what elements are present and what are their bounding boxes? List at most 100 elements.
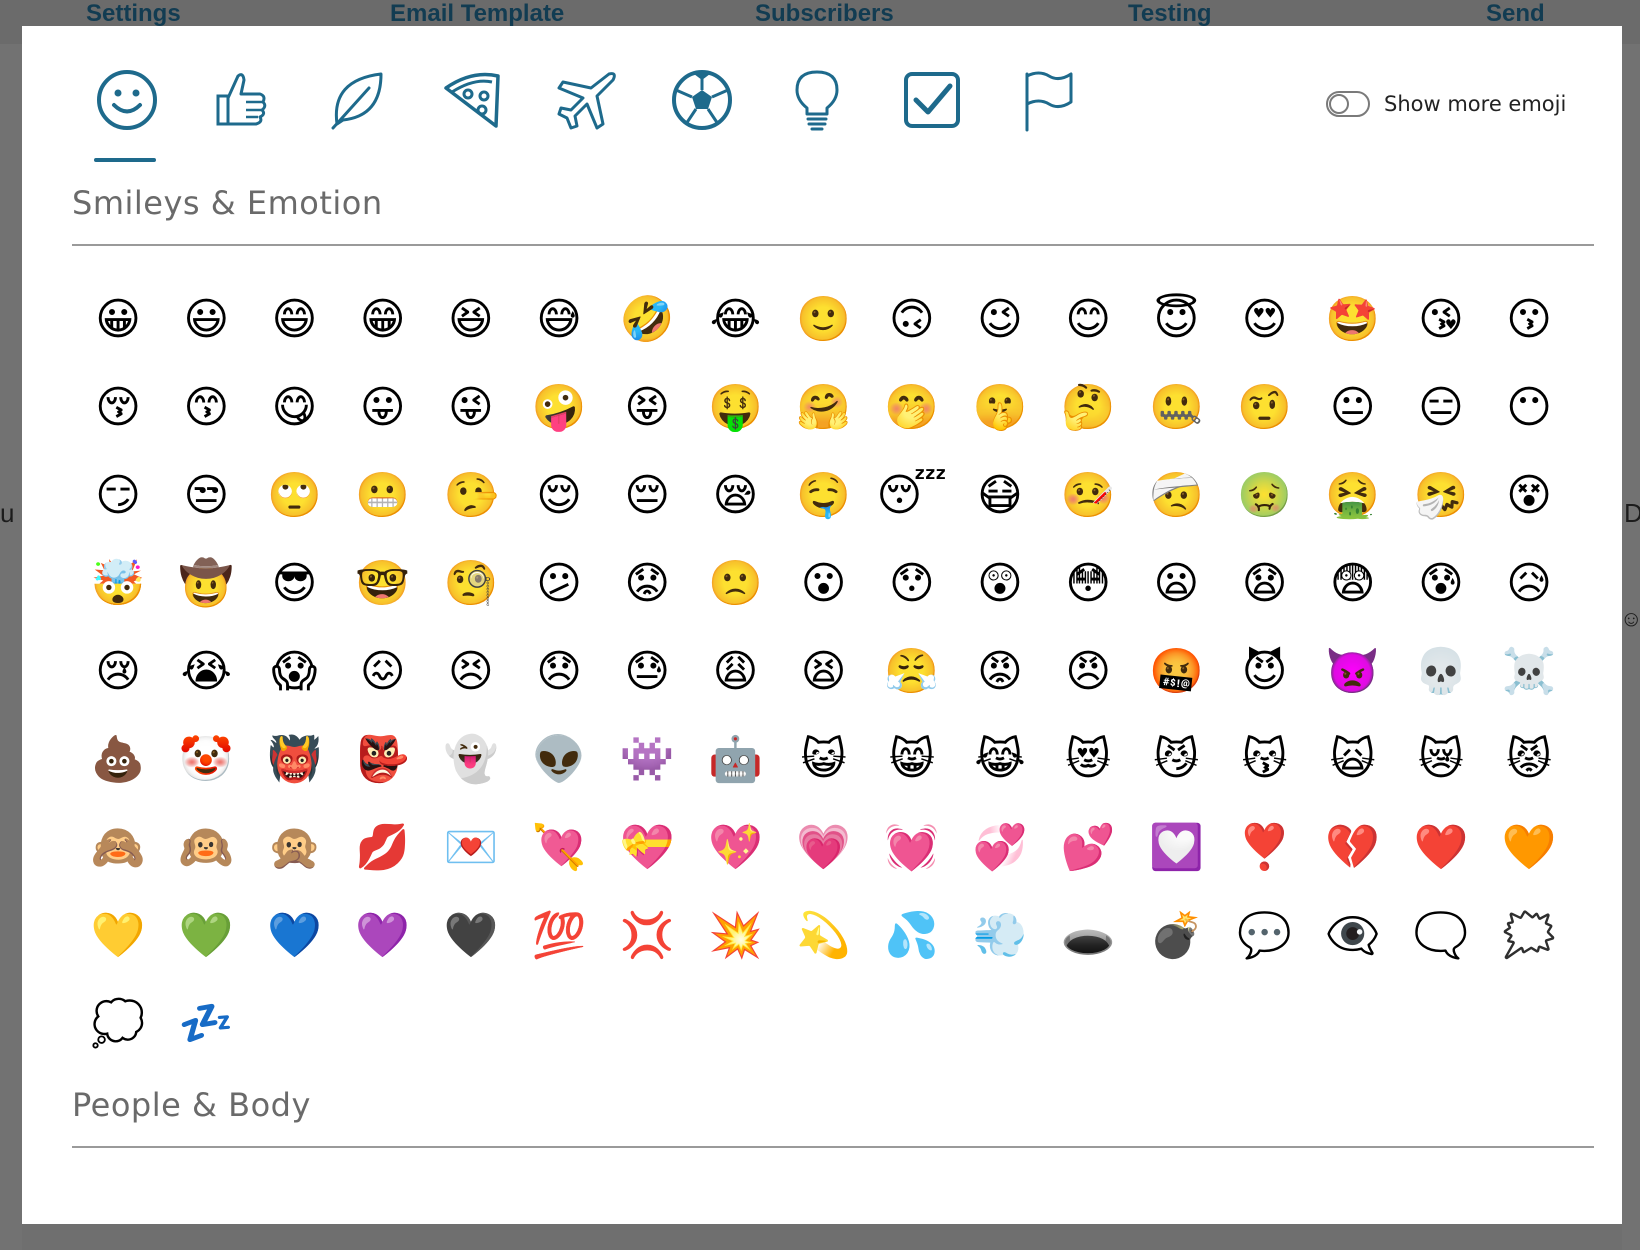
emoji-button[interactable]: 😄 <box>250 276 338 364</box>
emoji-button[interactable]: 😑 <box>1397 364 1485 452</box>
emoji-button[interactable]: 👺 <box>339 716 427 804</box>
emoji-button[interactable]: 💀 <box>1397 628 1485 716</box>
emoji-button[interactable]: 😚 <box>74 364 162 452</box>
emoji-button[interactable]: 😸 <box>868 716 956 804</box>
emoji-button[interactable]: 😺 <box>780 716 868 804</box>
emoji-button[interactable]: 😇 <box>1132 276 1220 364</box>
emoji-button[interactable]: 💖 <box>691 804 779 892</box>
emoji-button[interactable]: 😝 <box>603 364 691 452</box>
emoji-button[interactable]: 🤐 <box>1132 364 1220 452</box>
emoji-button[interactable]: 😮 <box>780 540 868 628</box>
emoji-button[interactable]: 😖 <box>339 628 427 716</box>
emoji-button[interactable]: 🤬 <box>1132 628 1220 716</box>
emoji-button[interactable]: 💟 <box>1132 804 1220 892</box>
emoji-button[interactable]: 😉 <box>956 276 1044 364</box>
emoji-button[interactable]: 💨 <box>956 892 1044 980</box>
emoji-button[interactable]: 😩 <box>691 628 779 716</box>
emoji-button[interactable]: 😰 <box>1397 540 1485 628</box>
emoji-button[interactable]: 💕 <box>1044 804 1132 892</box>
emoji-button[interactable]: 🙃 <box>868 276 956 364</box>
emoji-button[interactable]: 😯 <box>868 540 956 628</box>
emoji-button[interactable]: 😕 <box>515 540 603 628</box>
emoji-button[interactable]: 😣 <box>427 628 515 716</box>
emoji-button[interactable]: 👽 <box>515 716 603 804</box>
emoji-button[interactable]: 😤 <box>868 628 956 716</box>
emoji-button[interactable]: 😓 <box>603 628 691 716</box>
emoji-button[interactable]: 😀 <box>74 276 162 364</box>
emoji-button[interactable]: 🤨 <box>1220 364 1308 452</box>
emoji-button[interactable]: 👾 <box>603 716 691 804</box>
emoji-button[interactable]: ❣️ <box>1220 804 1308 892</box>
emoji-button[interactable]: 👿 <box>1309 628 1397 716</box>
emoji-button[interactable]: 🗯️ <box>1485 892 1573 980</box>
emoji-button[interactable]: 💗 <box>780 804 868 892</box>
emoji-button[interactable]: 😳 <box>1044 540 1132 628</box>
emoji-button[interactable]: 🖤 <box>427 892 515 980</box>
emoji-button[interactable]: 💛 <box>74 892 162 980</box>
emoji-button[interactable]: 🤣 <box>603 276 691 364</box>
emoji-button[interactable]: 😔 <box>603 452 691 540</box>
emoji-button[interactable]: 💢 <box>603 892 691 980</box>
emoji-button[interactable]: ❤️ <box>1397 804 1485 892</box>
emoji-button[interactable]: 🙀 <box>1309 716 1397 804</box>
emoji-button[interactable]: 😛 <box>339 364 427 452</box>
emoji-button[interactable]: 💭 <box>74 980 162 1068</box>
emoji-button[interactable]: 😲 <box>956 540 1044 628</box>
emoji-button[interactable]: 💫 <box>780 892 868 980</box>
emoji-button[interactable]: 👻 <box>427 716 515 804</box>
emoji-button[interactable]: 🤕 <box>1132 452 1220 540</box>
emoji-button[interactable]: 😂 <box>691 276 779 364</box>
emoji-button[interactable]: 🙊 <box>250 804 338 892</box>
emoji-button[interactable]: 🤫 <box>956 364 1044 452</box>
emoji-button[interactable]: 😪 <box>691 452 779 540</box>
emoji-button[interactable]: 🙈 <box>74 804 162 892</box>
emoji-button[interactable]: 🤗 <box>780 364 868 452</box>
emoji-button[interactable]: 😎 <box>250 540 338 628</box>
emoji-button[interactable]: 😢 <box>74 628 162 716</box>
emoji-button[interactable]: 😆 <box>427 276 515 364</box>
emoji-button[interactable]: 🙂 <box>780 276 868 364</box>
emoji-button[interactable]: 🤓 <box>339 540 427 628</box>
emoji-button[interactable]: 🤢 <box>1220 452 1308 540</box>
emoji-button[interactable]: 😊 <box>1044 276 1132 364</box>
emoji-button[interactable]: 🤩 <box>1309 276 1397 364</box>
emoji-button[interactable]: 😻 <box>1044 716 1132 804</box>
emoji-button[interactable]: 😭 <box>162 628 250 716</box>
emoji-button[interactable]: 🤡 <box>162 716 250 804</box>
emoji-button[interactable]: 😅 <box>515 276 603 364</box>
tab-travel[interactable] <box>542 66 632 156</box>
emoji-button[interactable]: 🤔 <box>1044 364 1132 452</box>
emoji-button[interactable]: 🤑 <box>691 364 779 452</box>
emoji-button[interactable]: 😫 <box>780 628 868 716</box>
emoji-button[interactable]: 🤧 <box>1397 452 1485 540</box>
emoji-button[interactable]: 😦 <box>1132 540 1220 628</box>
step-testing[interactable]: Testing <box>1128 0 1212 28</box>
emoji-button[interactable]: 😈 <box>1220 628 1308 716</box>
emoji-button[interactable]: 🤪 <box>515 364 603 452</box>
emoji-button[interactable]: 😨 <box>1309 540 1397 628</box>
emoji-button[interactable]: 🤖 <box>691 716 779 804</box>
emoji-button[interactable]: 😴 <box>868 452 956 540</box>
emoji-button[interactable]: 💩 <box>74 716 162 804</box>
emoji-button[interactable]: 💚 <box>162 892 250 980</box>
toggle-switch[interactable] <box>1326 91 1370 117</box>
emoji-button[interactable]: 😁 <box>339 276 427 364</box>
emoji-button[interactable]: 😟 <box>603 540 691 628</box>
emoji-button[interactable]: 🙄 <box>250 452 338 540</box>
tab-nature[interactable] <box>312 66 402 156</box>
emoji-button[interactable]: 😌 <box>515 452 603 540</box>
emoji-button[interactable]: 💣 <box>1132 892 1220 980</box>
tab-objects[interactable] <box>772 66 862 156</box>
emoji-button[interactable]: 😧 <box>1220 540 1308 628</box>
emoji-button[interactable]: 🧡 <box>1485 804 1573 892</box>
emoji-button[interactable]: 😏 <box>74 452 162 540</box>
tab-flags[interactable] <box>1002 66 1092 156</box>
emoji-button[interactable]: 😵 <box>1485 452 1573 540</box>
emoji-button[interactable]: 😹 <box>956 716 1044 804</box>
emoji-button[interactable]: 💌 <box>427 804 515 892</box>
emoji-button[interactable]: 💓 <box>868 804 956 892</box>
emoji-button[interactable]: 💤 <box>162 980 250 1068</box>
emoji-button[interactable]: 😬 <box>339 452 427 540</box>
emoji-button[interactable]: 😿 <box>1397 716 1485 804</box>
emoji-button[interactable]: 🤠 <box>162 540 250 628</box>
